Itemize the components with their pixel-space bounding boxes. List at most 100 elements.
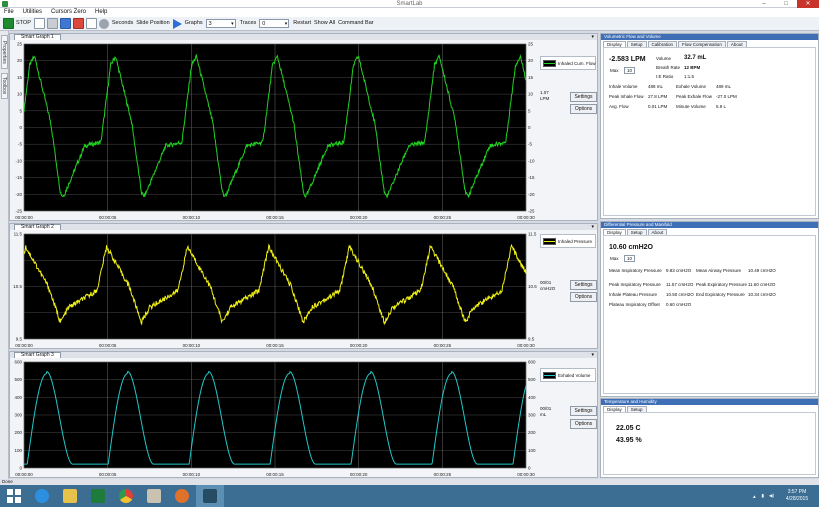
y-tick-label: -5 — [18, 142, 22, 147]
explorer-taskbar-button[interactable] — [56, 485, 84, 507]
y-tick-label: 15 — [17, 75, 23, 80]
pin-icon[interactable]: ▾ — [591, 34, 594, 40]
y-tick-label: 10 — [17, 92, 23, 97]
max-select[interactable]: 10 — [624, 67, 636, 74]
y-tick-label: 400 — [14, 395, 22, 400]
plot-area[interactable]: 00:00:00 00:00:05 00:00:10 00:00:15 00:00:20… — [10, 230, 540, 349]
chart-icon[interactable] — [85, 18, 97, 29]
x-tick-label: 00:00:25 — [434, 472, 452, 477]
x-tick-label: 00:00:15 — [266, 343, 284, 348]
traces-label: Traces — [239, 20, 257, 26]
start-button[interactable] — [0, 485, 28, 507]
exhale-volume-label: Exhale Volume — [676, 84, 707, 89]
menu-file[interactable]: File — [4, 8, 14, 17]
peak-exp-pressure-label: Peak Expiratory Pressure — [696, 282, 748, 287]
temperature-value: 22.05 C — [616, 425, 641, 432]
tray-arrow-icon[interactable]: ▲ — [752, 494, 756, 499]
windows-logo-icon — [7, 489, 21, 503]
settings-button[interactable]: Settings — [570, 406, 597, 416]
graphs-select[interactable]: 3 — [205, 19, 236, 28]
clock-date: 4/28/2015 — [785, 496, 809, 502]
menu-bar: File Utilities Cursors Zero Help — [0, 8, 819, 17]
smart-graph-2: Smart Graph 2 ▾ 00:00:00 00:00:05 00:00:10 0… — [9, 223, 598, 349]
show-all-button[interactable]: Show All — [314, 18, 335, 29]
max-select[interactable]: 10 — [624, 255, 636, 262]
restart-button[interactable]: Restart — [293, 18, 311, 29]
start-recording-icon[interactable] — [3, 18, 14, 29]
x-tick-label: 00:00:05 — [99, 343, 117, 348]
y-tick-label: -15 — [528, 175, 535, 180]
clock[interactable]: 3:57 PM 4/28/2015 — [779, 489, 815, 503]
traces-select[interactable]: 0 — [259, 19, 290, 28]
clear-icon[interactable] — [46, 18, 58, 29]
title-bar: SmartLab – □ ✕ — [0, 0, 819, 8]
y-tick-label: 0 — [19, 466, 22, 471]
x-tick-label: 00:00:15 — [266, 215, 284, 220]
y-tick-label: 9.5 — [16, 337, 23, 342]
stop-label[interactable]: STOP — [16, 18, 31, 29]
peak-insp-pressure-label: Peak Inspiratory Pressure — [609, 282, 661, 287]
slide-arrow-icon[interactable] — [172, 18, 182, 29]
paint-taskbar-button[interactable] — [140, 485, 168, 507]
peak-exp-pressure-value: 11.60 cmH2O — [748, 282, 776, 287]
inhale-volume-value: 488 mL — [648, 84, 664, 89]
menu-utilities[interactable]: Utilities — [23, 8, 42, 17]
x-tick-label: 00:00:20 — [350, 215, 368, 220]
temp-humidity-panel: Temperature and Humidity Display Setup 2… — [600, 398, 819, 478]
legend-swatch — [543, 60, 556, 67]
breath-rate-label: Breath Rate — [656, 65, 681, 70]
plot-area[interactable]: 00:00:00 00:00:05 00:00:10 00:00:15 00:00:20… — [10, 40, 540, 221]
legend: Inhaled Cum. Flow — [540, 56, 596, 70]
maximize-button[interactable]: □ — [775, 0, 797, 8]
volume-value: 32.7 mL — [684, 55, 707, 61]
x-tick-label: 00:00:20 — [350, 343, 368, 348]
y-tick-label: 10 — [528, 92, 534, 97]
pin-icon[interactable]: ▾ — [591, 224, 594, 230]
slide-position-label: Slide Position — [136, 20, 170, 26]
left-dock: Properties Toolbox — [0, 31, 9, 485]
legend-swatch — [543, 372, 556, 379]
options-button[interactable]: Options — [570, 292, 597, 302]
record-icon[interactable] — [72, 18, 84, 29]
ie-ratio-value: 1:1.5 — [684, 74, 695, 79]
y-tick-label: 10.5 — [13, 284, 22, 289]
settings-button[interactable]: Settings — [570, 92, 597, 102]
minute-volume-label: Minute Volume — [676, 104, 706, 109]
options-button[interactable]: Options — [570, 419, 597, 429]
pin-icon[interactable]: ▾ — [591, 352, 594, 358]
y-tick-label: -20 — [15, 192, 22, 197]
clock-time: 3:57 PM — [787, 489, 807, 495]
plateau-insp-offset-value: 0.60 cmH2O — [666, 302, 692, 307]
plot-area[interactable]: 00:00:00 00:00:05 00:00:10 00:00:15 00:00:20… — [10, 358, 540, 478]
y-tick-label: -10 — [528, 158, 535, 163]
settings-button[interactable]: Settings — [570, 280, 597, 290]
firefox-taskbar-button[interactable] — [168, 485, 196, 507]
panel-title: Temperature and Humidity — [601, 399, 818, 405]
y-tick-label: -10 — [15, 158, 22, 163]
mean-airway-pressure-label: Mean Airway Pressure — [696, 268, 742, 273]
network-icon[interactable]: ▮ — [762, 493, 764, 499]
excel-taskbar-button[interactable] — [84, 485, 112, 507]
menu-help[interactable]: Help — [95, 8, 107, 17]
minimize-button[interactable]: – — [753, 0, 775, 8]
zoom-icon[interactable] — [59, 18, 71, 29]
volume-icon[interactable]: ◀) — [769, 493, 774, 499]
ie-taskbar-button[interactable] — [28, 485, 56, 507]
seconds-icon[interactable] — [98, 18, 109, 29]
menu-cursors-zero[interactable]: Cursors Zero — [51, 8, 86, 17]
legend-swatch — [543, 238, 556, 245]
y-tick-label: 25 — [528, 42, 534, 47]
chrome-taskbar-button[interactable] — [112, 485, 140, 507]
y-tick-label: 400 — [528, 395, 536, 400]
smartlab-taskbar-button[interactable] — [196, 485, 224, 507]
y-tick-label: -5 — [528, 142, 532, 147]
x-tick-label: 00:00:25 — [434, 215, 452, 220]
y-tick-label: 300 — [528, 413, 536, 418]
close-button[interactable]: ✕ — [797, 0, 819, 8]
y-tick-label: 300 — [14, 413, 22, 418]
toolbox-tab[interactable]: Toolbox — [1, 73, 8, 99]
pause-icon[interactable] — [33, 18, 45, 29]
properties-tab[interactable]: Properties — [1, 35, 8, 69]
command-bar-button[interactable]: Command Bar — [338, 18, 373, 29]
options-button[interactable]: Options — [570, 104, 597, 114]
